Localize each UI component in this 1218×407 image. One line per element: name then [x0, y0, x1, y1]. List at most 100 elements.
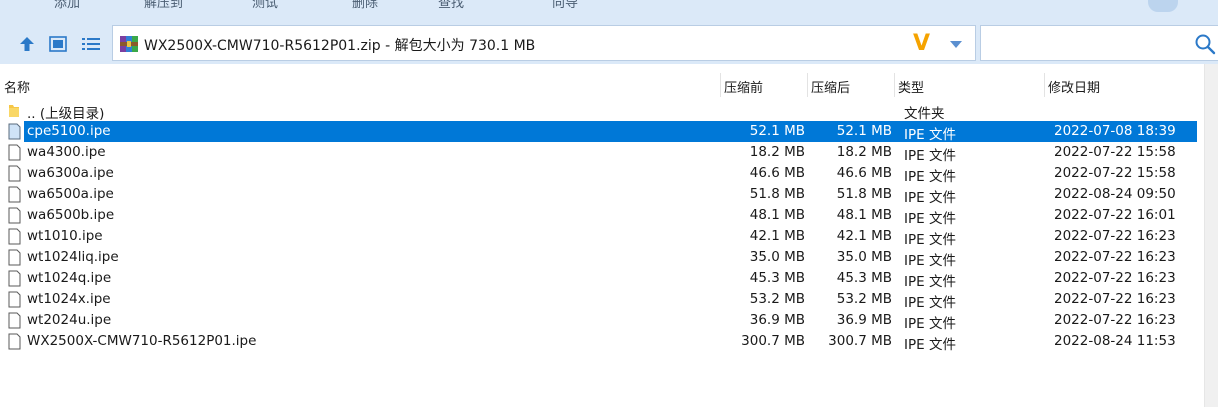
list-item[interactable]: wa6500b.ipe 48.1 MB 48.1 MB IPE 文件 2022-…	[0, 205, 1204, 227]
toolbar-decoration	[1148, 0, 1178, 12]
vertical-scrollbar[interactable]	[1204, 64, 1218, 407]
list-icon	[82, 38, 100, 50]
file-icon	[8, 123, 21, 140]
file-size: 48.1 MB	[749, 207, 805, 223]
column-divider[interactable]	[720, 73, 721, 97]
chevron-down-icon[interactable]	[949, 40, 963, 49]
column-size[interactable]: 压缩前	[724, 77, 763, 96]
list-item[interactable]: wa6500a.ipe 51.8 MB 51.8 MB IPE 文件 2022-…	[0, 184, 1204, 206]
file-packed-size: 52.1 MB	[836, 123, 892, 139]
file-packed-size: 48.1 MB	[836, 207, 892, 223]
file-name: wa6300a.ipe	[27, 165, 114, 181]
file-packed-size: 35.0 MB	[836, 249, 892, 265]
file-icon	[8, 270, 21, 287]
file-icon	[8, 333, 21, 350]
address-bar[interactable]: WX2500X-CMW710-R5612P01.zip - 解包大小为 730.…	[112, 25, 976, 61]
list-item-parent-folder[interactable]: .. (上级目录) 文件夹	[0, 100, 1204, 122]
file-packed-size: 18.2 MB	[836, 144, 892, 160]
list-item[interactable]: wa6300a.ipe 46.6 MB 46.6 MB IPE 文件 2022-…	[0, 163, 1204, 185]
column-name[interactable]: 名称	[4, 77, 30, 96]
file-icon	[8, 228, 21, 245]
arrow-up-icon	[20, 37, 34, 51]
file-date: 2022-07-22 16:01	[1054, 207, 1176, 223]
search-icon[interactable]	[1194, 33, 1216, 55]
file-size: 18.2 MB	[749, 144, 805, 160]
file-packed-size: 42.1 MB	[836, 228, 892, 244]
file-size: 51.8 MB	[749, 186, 805, 202]
list-item[interactable]: wt2024u.ipe 36.9 MB 36.9 MB IPE 文件 2022-…	[0, 310, 1204, 332]
file-packed-size: 46.6 MB	[836, 165, 892, 181]
file-name: wt2024u.ipe	[27, 312, 112, 328]
file-size: 35.0 MB	[749, 249, 805, 265]
list-item[interactable]: wt1024q.ipe 45.3 MB 45.3 MB IPE 文件 2022-…	[0, 268, 1204, 290]
list-item[interactable]: wt1024liq.ipe 35.0 MB 35.0 MB IPE 文件 202…	[0, 247, 1204, 269]
file-icon	[8, 312, 21, 329]
file-date: 2022-08-24 11:53	[1054, 333, 1176, 349]
column-header: 名称 压缩前 压缩后 类型 修改日期	[0, 73, 1204, 97]
file-type: IPE 文件	[904, 190, 956, 206]
file-type: IPE 文件	[904, 253, 956, 269]
file-type: IPE 文件	[904, 148, 956, 164]
file-packed-size: 45.3 MB	[836, 270, 892, 286]
file-packed-size: 53.2 MB	[836, 291, 892, 307]
file-packed-size: 36.9 MB	[836, 312, 892, 328]
file-name: .. (上级目录)	[27, 106, 105, 122]
list-item[interactable]: wt1024x.ipe 53.2 MB 53.2 MB IPE 文件 2022-…	[0, 289, 1204, 311]
file-size: 45.3 MB	[749, 270, 805, 286]
file-icon	[8, 144, 21, 161]
column-packed[interactable]: 压缩后	[811, 77, 850, 96]
file-date: 2022-07-08 18:39	[1054, 123, 1176, 139]
search-input[interactable]	[980, 25, 1218, 61]
column-divider[interactable]	[1044, 73, 1045, 97]
toolbar-extract-label[interactable]: 解压到	[144, 0, 183, 11]
list-view-button[interactable]	[80, 33, 102, 55]
file-type: IPE 文件	[904, 211, 956, 227]
file-date: 2022-08-24 09:50	[1054, 186, 1176, 202]
list-item[interactable]: WX2500X-CMW710-R5612P01.ipe 300.7 MB 300…	[0, 331, 1204, 353]
file-size: 52.1 MB	[749, 123, 805, 139]
toolbar-find-label[interactable]: 查找	[438, 0, 464, 11]
up-button[interactable]	[16, 33, 38, 55]
file-packed-size: 300.7 MB	[828, 333, 892, 349]
file-date: 2022-07-22 16:23	[1054, 249, 1176, 265]
column-modified[interactable]: 修改日期	[1048, 77, 1100, 96]
column-divider[interactable]	[807, 73, 808, 97]
file-type: IPE 文件	[904, 337, 956, 353]
file-packed-size: 51.8 MB	[836, 186, 892, 202]
toolbar: 添加 解压到 测试 删除 查找 向导	[0, 0, 1218, 24]
toolbar-test-label[interactable]: 测试	[252, 0, 278, 11]
file-name: wt1024liq.ipe	[27, 249, 119, 265]
list-item[interactable]: cpe5100.ipe 52.1 MB 52.1 MB IPE 文件 2022-…	[0, 121, 1204, 143]
column-type[interactable]: 类型	[898, 77, 924, 96]
file-type: IPE 文件	[904, 274, 956, 290]
file-name: cpe5100.ipe	[27, 123, 111, 139]
list-item[interactable]: wa4300.ipe 18.2 MB 18.2 MB IPE 文件 2022-0…	[0, 142, 1204, 164]
list-item[interactable]: wt1010.ipe 42.1 MB 42.1 MB IPE 文件 2022-0…	[0, 226, 1204, 248]
file-name: wa4300.ipe	[27, 144, 106, 160]
file-name: wa6500b.ipe	[27, 207, 115, 223]
file-icon	[8, 291, 21, 308]
file-icon	[8, 165, 21, 182]
file-name: WX2500X-CMW710-R5612P01.ipe	[27, 333, 257, 349]
file-date: 2022-07-22 15:58	[1054, 165, 1176, 181]
folder-icon	[9, 105, 19, 117]
file-type: IPE 文件	[904, 295, 956, 311]
file-type: IPE 文件	[904, 316, 956, 332]
toolbar-delete-label[interactable]: 删除	[352, 0, 378, 11]
file-size: 36.9 MB	[749, 312, 805, 328]
file-size: 42.1 MB	[749, 228, 805, 244]
v-logo-icon[interactable]: V	[913, 31, 930, 56]
navigation-bar: WX2500X-CMW710-R5612P01.zip - 解包大小为 730.…	[0, 24, 1218, 64]
toolbar-wizard-label[interactable]: 向导	[552, 0, 578, 11]
toolbar-add-label[interactable]: 添加	[54, 0, 80, 11]
file-name: wt1024q.ipe	[27, 270, 112, 286]
view-icon	[49, 36, 67, 52]
file-name: wa6500a.ipe	[27, 186, 114, 202]
file-icon	[8, 207, 21, 224]
column-divider[interactable]	[894, 73, 895, 97]
file-size: 53.2 MB	[749, 291, 805, 307]
winrar-archive-icon	[120, 36, 138, 52]
file-name: wt1024x.ipe	[27, 291, 111, 307]
view-button[interactable]	[47, 33, 69, 55]
file-type: 文件夹	[904, 106, 945, 122]
